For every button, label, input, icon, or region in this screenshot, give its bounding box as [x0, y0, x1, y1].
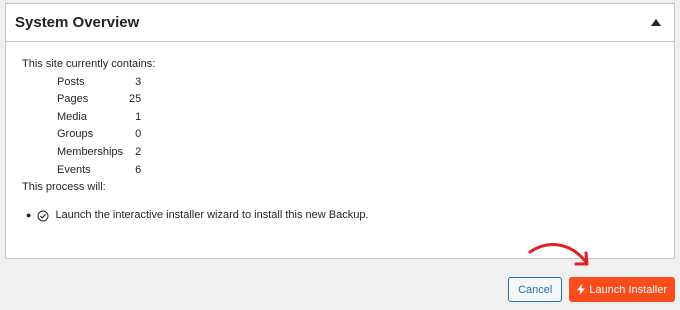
count-label: Posts	[57, 75, 85, 88]
count-label: Memberships	[57, 145, 124, 158]
table-row: Memberships 2	[57, 144, 141, 162]
process-heading: This process will:	[22, 181, 106, 194]
triangle-up-icon[interactable]	[648, 15, 664, 31]
table-row: Groups 0	[57, 126, 141, 144]
panel-header: System Overview	[6, 4, 674, 42]
table-row: Posts 3	[57, 74, 141, 92]
count-label: Events	[57, 163, 91, 176]
cancel-button[interactable]: Cancel	[508, 277, 563, 302]
count-value: 2	[135, 145, 142, 158]
table-row: Media 1	[57, 109, 141, 127]
count-value: 0	[135, 128, 142, 141]
dialog-actions: Cancel Launch Installer	[508, 277, 675, 302]
panel-body: This site currently contains: Posts 3 Pa…	[6, 42, 674, 225]
check-circle-icon	[37, 210, 49, 222]
list-item: ● Launch the interactive installer wizar…	[26, 207, 674, 225]
count-value: 25	[129, 93, 142, 106]
task-text: Launch the interactive installer wizard …	[55, 208, 369, 221]
launch-installer-button[interactable]: Launch Installer	[569, 277, 675, 302]
curved-arrow-icon	[528, 243, 589, 266]
count-value: 1	[135, 110, 142, 123]
bolt-icon	[577, 284, 586, 295]
count-label: Media	[57, 110, 87, 123]
count-value: 3	[135, 75, 142, 88]
count-value: 6	[135, 163, 142, 176]
contents-intro: This site currently contains:	[22, 58, 156, 70]
count-label: Groups	[57, 128, 94, 141]
panel-title: System Overview	[15, 14, 140, 31]
bullet-icon: ●	[26, 209, 32, 220]
task-list: ● Launch the interactive installer wizar…	[22, 207, 674, 225]
system-overview-panel: System Overview This site currently cont…	[5, 3, 675, 259]
launch-installer-label: Launch Installer	[589, 283, 667, 296]
count-label: Pages	[57, 93, 89, 106]
table-row: Events 6	[57, 162, 141, 180]
content-counts-table: Posts 3 Pages 25 Media 1 Groups 0 Member…	[57, 74, 141, 180]
table-row: Pages 25	[57, 91, 141, 109]
